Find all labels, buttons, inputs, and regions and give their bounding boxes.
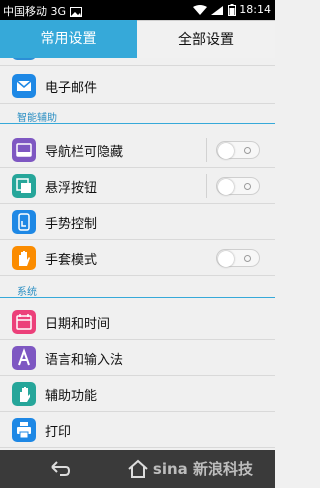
email-icon [12, 74, 36, 98]
clock: 18:14 [239, 3, 271, 16]
row-divider [206, 174, 207, 198]
section-header-smart: 智能辅助 [0, 106, 275, 124]
carrier-label: 中国移动 3G [3, 5, 67, 18]
settings-list[interactable]: 电子邮件 智能辅助 导航栏可隐藏 悬浮按钮 手势控制 手套模式 系统 日期和时间… [0, 58, 275, 450]
home-icon[interactable] [126, 458, 150, 480]
nav-bar-toggle[interactable] [216, 141, 260, 159]
sina-watermark: sina 新浪科技 [152, 460, 253, 478]
nav-bar-label: 导航栏可隐藏 [45, 145, 124, 160]
list-item-email[interactable]: 电子邮件 [0, 68, 275, 104]
accessibility-label: 辅助功能 [45, 389, 98, 404]
floating-button-toggle[interactable] [216, 177, 260, 195]
language-icon [12, 346, 36, 370]
toggle-off-indicator [244, 147, 251, 154]
list-item-print[interactable]: 打印 [0, 412, 275, 448]
partial-icon [12, 58, 36, 60]
wifi-icon [192, 5, 207, 15]
toggle-knob [218, 143, 234, 159]
toggle-off-indicator [244, 255, 251, 262]
tab-all-settings[interactable]: 全部设置 [137, 20, 275, 58]
settings-tabs: 常用设置 全部设置 [0, 20, 275, 58]
glove-icon [12, 246, 36, 270]
list-item-datetime[interactable]: 日期和时间 [0, 304, 275, 340]
list-item-accessibility[interactable]: 辅助功能 [0, 376, 275, 412]
battery-icon [227, 4, 236, 16]
accessibility-icon [12, 382, 36, 406]
image-notification-icon [69, 7, 82, 17]
row-divider [206, 138, 207, 162]
list-item-floating-button[interactable]: 悬浮按钮 [0, 168, 275, 204]
list-item-glove[interactable]: 手套模式 [0, 240, 275, 276]
section-system-title: 系统 [17, 287, 37, 298]
toggle-knob [218, 251, 234, 267]
section-smart-title: 智能辅助 [17, 113, 57, 124]
toggle-off-indicator [244, 183, 251, 190]
glove-toggle[interactable] [216, 249, 260, 267]
floating-button-icon [12, 174, 36, 198]
signal-icon [211, 6, 224, 15]
floating-button-label: 悬浮按钮 [45, 181, 98, 196]
language-label: 语言和输入法 [45, 353, 124, 368]
list-item-gesture[interactable]: 手势控制 [0, 204, 275, 240]
email-label: 电子邮件 [45, 81, 98, 96]
status-bar: 中国移动 3G 18:14 [0, 0, 275, 20]
datetime-label: 日期和时间 [45, 317, 111, 332]
toggle-knob [218, 179, 234, 195]
tab-common-settings[interactable]: 常用设置 [0, 20, 137, 58]
nav-bar-icon [12, 138, 36, 162]
glove-label: 手套模式 [45, 253, 98, 268]
navigation-bar: sina 新浪科技 [0, 450, 275, 488]
list-item-nav-bar[interactable]: 导航栏可隐藏 [0, 132, 275, 168]
printer-icon [12, 418, 36, 442]
section-header-system: 系统 [0, 280, 275, 298]
back-icon[interactable] [48, 458, 72, 480]
print-label: 打印 [45, 425, 72, 440]
gesture-label: 手势控制 [45, 217, 98, 232]
calendar-icon [12, 310, 36, 334]
list-item-language[interactable]: 语言和输入法 [0, 340, 275, 376]
list-item-partial[interactable] [0, 58, 275, 66]
gesture-icon [12, 210, 36, 234]
